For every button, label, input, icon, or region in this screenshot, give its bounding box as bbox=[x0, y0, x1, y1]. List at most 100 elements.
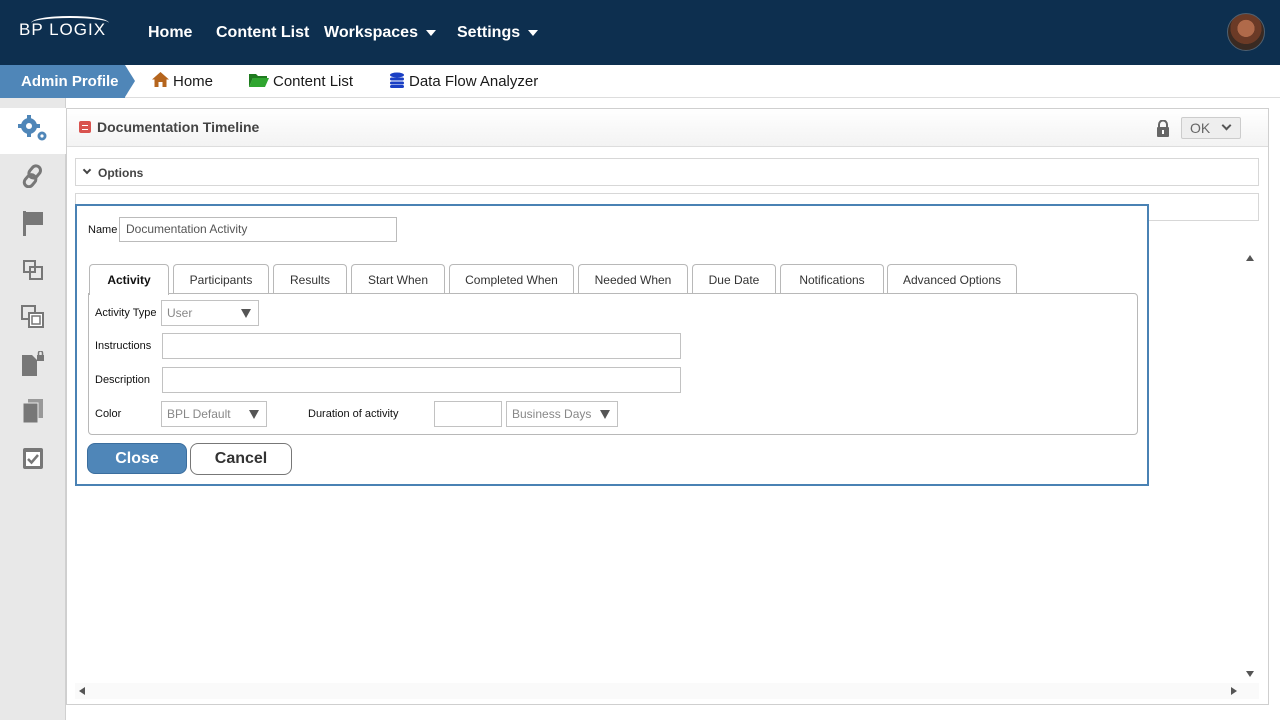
activity-type-label: Activity Type bbox=[95, 307, 157, 319]
tab-completed-when-label: Completed When bbox=[465, 272, 558, 287]
user-avatar[interactable] bbox=[1227, 13, 1265, 51]
tab-advanced-options[interactable]: Advanced Options bbox=[887, 264, 1017, 294]
nav-workspaces[interactable]: Workspaces bbox=[324, 0, 436, 65]
checked-document-icon bbox=[22, 446, 44, 475]
gears-icon bbox=[16, 114, 50, 149]
tab-activity[interactable]: Activity bbox=[89, 264, 169, 295]
sidebar-item-gears[interactable] bbox=[0, 108, 66, 154]
documents-icon bbox=[22, 398, 44, 429]
breadcrumb-home-label: Home bbox=[173, 73, 214, 90]
description-label: Description bbox=[95, 374, 151, 386]
tab-needed-when[interactable]: Needed When bbox=[578, 264, 688, 294]
scroll-right-arrow-icon[interactable] bbox=[1231, 687, 1237, 695]
home-icon bbox=[152, 72, 169, 91]
duration-unit-value: Business Days bbox=[512, 407, 592, 421]
sidebar-item-locked-document[interactable] bbox=[0, 343, 66, 389]
chevron-down-icon bbox=[1221, 120, 1232, 131]
nav-home-label: Home bbox=[148, 23, 193, 41]
caret-down-icon bbox=[425, 29, 436, 36]
admin-profile-tab[interactable]: Admin Profile bbox=[0, 65, 135, 98]
scroll-down-arrow-icon[interactable] bbox=[1246, 671, 1254, 677]
breadcrumb-content-list-label: Content List bbox=[273, 73, 354, 90]
tab-activity-label: Activity bbox=[107, 273, 151, 287]
duration-unit-select[interactable]: Business Days bbox=[506, 401, 618, 427]
activity-dialog: Name Documentation Activity Activity Par… bbox=[75, 204, 1149, 486]
scroll-up-arrow-icon[interactable] bbox=[1246, 255, 1254, 261]
cancel-button-label: Cancel bbox=[214, 450, 268, 467]
color-select[interactable]: BPL Default bbox=[161, 401, 267, 427]
nav-content-list-label: Content List bbox=[216, 23, 310, 41]
tab-due-date[interactable]: Due Date bbox=[692, 264, 776, 294]
cancel-button[interactable]: Cancel bbox=[190, 443, 292, 475]
options-section-header[interactable]: Options bbox=[75, 158, 1259, 186]
sidebar-item-link[interactable] bbox=[0, 155, 66, 201]
panel-header: Documentation Timeline OK bbox=[67, 109, 1268, 147]
instructions-label: Instructions bbox=[95, 340, 152, 352]
tab-results-label: Results bbox=[289, 272, 330, 287]
tab-needed-when-label: Needed When bbox=[594, 272, 672, 287]
sidebar-item-nested-squares[interactable] bbox=[0, 249, 66, 295]
name-label: Name bbox=[88, 224, 118, 236]
tab-start-when-label: Start When bbox=[367, 272, 429, 287]
tab-participants-label: Participants bbox=[189, 272, 253, 287]
top-navigation-bar: BP LOGIX Home Content List Workspaces Se… bbox=[0, 0, 1280, 65]
duration-label: Duration of activity bbox=[308, 408, 399, 420]
instructions-input[interactable] bbox=[162, 333, 681, 359]
activity-tab-panel: Activity Type User Instructions Descript… bbox=[88, 293, 1138, 435]
flag-icon bbox=[22, 210, 44, 241]
nav-settings[interactable]: Settings bbox=[457, 0, 539, 65]
breadcrumb-data-flow-analyzer-label: Data Flow Analyzer bbox=[409, 73, 539, 90]
scroll-left-arrow-icon[interactable] bbox=[79, 687, 85, 695]
close-button-label: Close bbox=[115, 449, 159, 467]
link-icon bbox=[22, 163, 44, 193]
caret-down-icon bbox=[528, 29, 539, 36]
tab-participants[interactable]: Participants bbox=[173, 264, 269, 294]
nav-home[interactable]: Home bbox=[148, 0, 192, 65]
duration-input[interactable] bbox=[434, 401, 502, 427]
activity-type-select[interactable]: User bbox=[161, 300, 259, 326]
color-label: Color bbox=[95, 408, 122, 420]
breadcrumb-bar: Admin Profile Home Content List Data Flo… bbox=[0, 65, 1280, 98]
activity-type-value: User bbox=[167, 306, 193, 320]
dropdown-arrow-icon bbox=[241, 309, 251, 318]
tab-due-date-label: Due Date bbox=[708, 272, 760, 287]
nav-settings-label: Settings bbox=[457, 23, 521, 41]
nav-workspaces-label: Workspaces bbox=[324, 23, 418, 41]
dropdown-arrow-icon bbox=[600, 410, 610, 419]
sidebar-item-flag[interactable] bbox=[0, 202, 66, 248]
chevron-down-icon bbox=[82, 165, 92, 175]
tab-advanced-options-label: Advanced Options bbox=[902, 272, 1002, 287]
sidebar-item-checked-document[interactable] bbox=[0, 437, 66, 483]
tab-results[interactable]: Results bbox=[273, 264, 347, 294]
locked-document-icon bbox=[21, 349, 45, 382]
color-value: BPL Default bbox=[167, 407, 231, 421]
breadcrumb-data-flow-analyzer[interactable]: Data Flow Analyzer bbox=[389, 65, 538, 98]
nav-content-list[interactable]: Content List bbox=[216, 0, 309, 65]
ok-button-label: OK bbox=[1190, 120, 1211, 136]
bplogix-logo[interactable]: BP LOGIX bbox=[19, 16, 109, 40]
sidebar-item-documents[interactable] bbox=[0, 390, 66, 436]
tab-start-when[interactable]: Start When bbox=[351, 264, 445, 294]
close-button[interactable]: Close bbox=[87, 443, 187, 474]
dropdown-arrow-icon bbox=[249, 410, 259, 419]
ok-button[interactable]: OK bbox=[1181, 117, 1241, 139]
name-input[interactable]: Documentation Activity bbox=[119, 217, 397, 242]
breadcrumb-home[interactable]: Home bbox=[152, 65, 213, 98]
tab-notifications-label: Notifications bbox=[799, 272, 865, 287]
tab-completed-when[interactable]: Completed When bbox=[449, 264, 574, 294]
options-label: Options bbox=[98, 166, 144, 180]
breadcrumb-content-list[interactable]: Content List bbox=[249, 65, 353, 98]
left-sidebar bbox=[0, 98, 66, 720]
database-icon bbox=[389, 72, 405, 92]
admin-profile-label: Admin Profile bbox=[0, 65, 125, 98]
form-icon bbox=[79, 121, 91, 133]
lock-icon[interactable] bbox=[1156, 119, 1170, 142]
sidebar-item-copy-squares[interactable] bbox=[0, 296, 66, 342]
nested-squares-icon bbox=[23, 259, 43, 285]
horizontal-scrollbar[interactable] bbox=[75, 683, 1259, 699]
folder-icon bbox=[249, 72, 269, 91]
description-input[interactable] bbox=[162, 367, 681, 393]
panel-title: Documentation Timeline bbox=[97, 119, 260, 135]
tab-notifications[interactable]: Notifications bbox=[780, 264, 884, 294]
copy-squares-icon bbox=[21, 304, 45, 334]
